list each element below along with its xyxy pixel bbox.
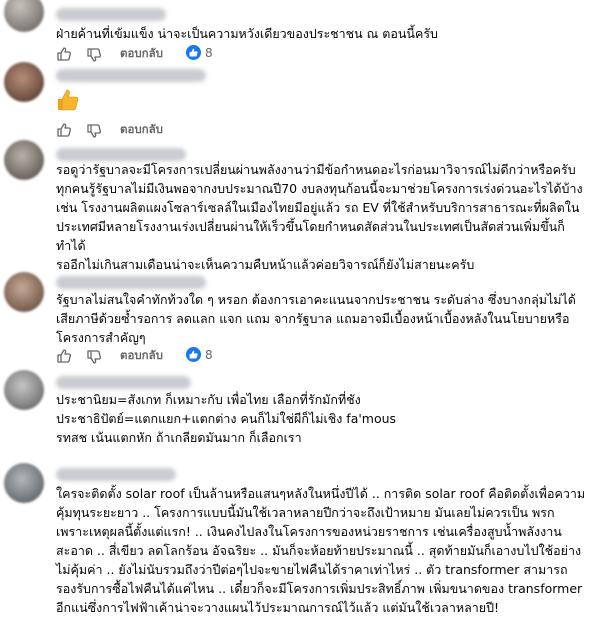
avatar[interactable] (4, 62, 44, 102)
reply-button[interactable]: ตอบกลับ (120, 347, 163, 365)
avatar[interactable] (4, 140, 44, 180)
comment-text: รอดูว่ารัฐบาลจะมีโครงการเปลี่ยนผ่านพลังง… (56, 162, 583, 272)
thumbs-down-icon[interactable] (86, 123, 102, 139)
reply-button[interactable]: ตอบกลับ (120, 45, 163, 63)
like-reaction-icon (186, 45, 201, 60)
thumbs-up-icon[interactable] (56, 46, 72, 62)
commenter-name-blurred[interactable] (56, 8, 166, 21)
comment-text: ฝ่ายค้านที่เข้มแข็ง น่าจะเป็นความหวังเดี… (56, 26, 438, 41)
comment-text: ประชานิยม=สังเกท ก็เหมาะกับ เพื่อไทย เลื… (56, 392, 397, 445)
commenter-name-blurred[interactable] (56, 69, 206, 82)
comment-text: ใครจะติดตั้ง solar roof เป็นล้านหรือแสนๆ… (56, 486, 586, 615)
thumbs-down-icon[interactable] (86, 47, 102, 63)
avatar[interactable] (4, 272, 44, 312)
reaction-summary[interactable]: 8 (186, 347, 213, 362)
comment-text: รัฐบาลไม่สนใจคำทักท้วงใด ๆ หรอก ต้องการเ… (56, 292, 576, 345)
thumbs-up-emoji-icon (58, 89, 79, 111)
like-reaction-icon (186, 347, 201, 362)
reaction-count: 8 (205, 45, 213, 60)
avatar[interactable] (4, 0, 44, 32)
avatar[interactable] (4, 370, 44, 410)
commenter-name-blurred[interactable] (56, 468, 176, 481)
reaction-count: 8 (205, 347, 213, 362)
commenter-name-blurred[interactable] (56, 376, 191, 389)
reply-button[interactable]: ตอบกลับ (120, 121, 163, 139)
commenter-name-blurred[interactable] (56, 276, 206, 289)
reaction-summary[interactable]: 8 (186, 45, 213, 60)
thumbs-up-icon[interactable] (56, 122, 72, 138)
thumbs-down-icon[interactable] (86, 349, 102, 365)
avatar[interactable] (4, 463, 44, 503)
thumbs-up-icon[interactable] (56, 348, 72, 364)
